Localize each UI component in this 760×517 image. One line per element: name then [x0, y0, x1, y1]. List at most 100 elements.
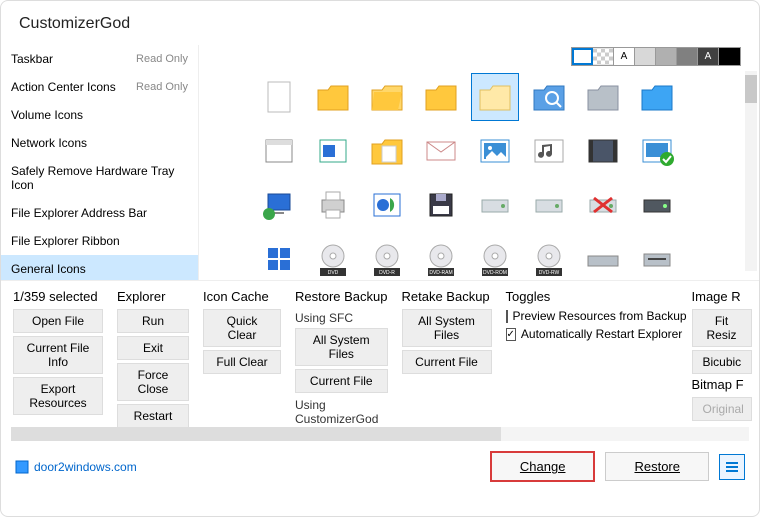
explorer-run-button[interactable]: Run [117, 309, 189, 333]
restore-button[interactable]: Restore [605, 452, 709, 481]
main-split: TaskbarRead Only Action Center Icons Read … [1, 45, 759, 281]
retake-current-file-button[interactable]: Current File [402, 350, 492, 374]
sidebar-item-label: Volume Icons [11, 108, 83, 122]
bg-swatch-5[interactable] [677, 48, 698, 65]
website-link[interactable]: door2windows.com [15, 460, 137, 474]
icon-video[interactable] [579, 127, 627, 175]
bg-swatch-4[interactable] [656, 48, 677, 65]
icon-picture[interactable] [471, 127, 519, 175]
icon-folder-blue[interactable] [633, 73, 681, 121]
icon-dvd-rw[interactable]: DVD-RW [525, 235, 573, 280]
sidebar-item-taskbar[interactable]: TaskbarRead Only [1, 45, 198, 73]
icon-dvd-ram[interactable]: DVD-RAM [417, 235, 465, 280]
icon-folder-closed[interactable] [417, 73, 465, 121]
hamburger-icon [725, 461, 739, 473]
sidebar-item-label: Safely Remove Hardware Tray Icon [11, 164, 188, 192]
icon-control-panel[interactable] [363, 181, 411, 229]
toggle-preview-resources[interactable]: Preview Resources from Backup [506, 309, 678, 323]
original-button[interactable]: Original [692, 397, 752, 421]
restore-all-system-files-button[interactable]: All System Files [295, 328, 388, 366]
actions-panel: 1/359 selected Open File Current File In… [1, 281, 759, 427]
bg-swatch-7[interactable] [719, 48, 740, 65]
icon-drive[interactable] [471, 181, 519, 229]
icon-folder-empty[interactable] [471, 73, 519, 121]
image-resize-heading: Image R [692, 289, 752, 304]
bitmap-heading: Bitmap F [692, 377, 752, 392]
restore-current-file-button[interactable]: Current File [295, 369, 388, 393]
icon-computer-network[interactable] [255, 181, 303, 229]
svg-text:DVD-R: DVD-R [379, 270, 395, 276]
icon-printer[interactable] [309, 181, 357, 229]
icon-drive-slot[interactable] [633, 235, 681, 280]
icon-folder-gray[interactable] [579, 73, 627, 121]
toggle-auto-restart-explorer[interactable]: ✓ Automatically Restart Explorer [506, 327, 678, 341]
icon-drive-wide[interactable] [579, 235, 627, 280]
quick-clear-button[interactable]: Quick Clear [203, 309, 281, 347]
read-only-badge: Read Only [136, 81, 188, 93]
checkbox-icon [506, 310, 508, 323]
bg-swatch-2[interactable]: A [614, 48, 635, 65]
sidebar-item-file-explorer-address-bar[interactable]: File Explorer Address Bar [1, 199, 198, 227]
scrollbar-thumb[interactable] [11, 427, 501, 441]
toggles-heading: Toggles [506, 289, 678, 304]
bicubic-button[interactable]: Bicubic [692, 350, 752, 374]
icon-grid: DVD DVD-R DVD-RAM DVD-ROM DVD-RW [199, 45, 759, 280]
website-link-text: door2windows.com [34, 460, 137, 474]
bg-swatch-0[interactable] [572, 48, 593, 65]
retake-all-system-files-button[interactable]: All System Files [402, 309, 492, 347]
horizontal-scrollbar[interactable] [11, 427, 749, 441]
icon-drive-red-x[interactable] [579, 181, 627, 229]
fit-resize-button[interactable]: Fit Resiz [692, 309, 752, 347]
sidebar-item-volume-icons[interactable]: Volume Icons [1, 101, 198, 129]
sidebar-item-label: Action Center Icons [11, 80, 116, 94]
background-swatch-bar: AA [571, 47, 741, 66]
icon-dvd-r[interactable]: DVD-R [363, 235, 411, 280]
icon-folder-yellow[interactable] [309, 73, 357, 121]
icon-search-folder[interactable] [525, 73, 573, 121]
icon-drive-dark[interactable] [633, 181, 681, 229]
explorer-restart-button[interactable]: Restart [117, 404, 189, 427]
icon-music-note[interactable] [525, 127, 573, 175]
icon-start-tiles[interactable] [255, 235, 303, 280]
sidebar-item-label: File Explorer Ribbon [11, 234, 120, 248]
sidebar-item-file-explorer-ribbon[interactable]: File Explorer Ribbon [1, 227, 198, 255]
icon-dvd[interactable]: DVD [309, 235, 357, 280]
sidebar-item-general-icons[interactable]: General Icons [1, 255, 198, 280]
full-clear-button[interactable]: Full Clear [203, 350, 281, 374]
icon-floppy[interactable] [417, 181, 465, 229]
icon-window-blue[interactable] [309, 127, 357, 175]
sidebar-item-action-center-icons[interactable]: Action Center Icons Read Only [1, 73, 198, 101]
icon-window-app[interactable] [255, 127, 303, 175]
export-resources-button[interactable]: Export Resources [13, 377, 103, 415]
icon-blank-page[interactable] [255, 73, 303, 121]
menu-icon-button[interactable] [719, 454, 745, 480]
window-title: CustomizerGod [1, 1, 759, 45]
svg-text:DVD-RW: DVD-RW [539, 270, 560, 276]
scrollbar-thumb[interactable] [745, 75, 757, 103]
explorer-force-close-button[interactable]: Force Close [117, 363, 189, 401]
sidebar-item-network-icons[interactable]: Network Icons [1, 129, 198, 157]
icon-drive[interactable] [525, 181, 573, 229]
svg-text:DVD-ROM: DVD-ROM [483, 270, 507, 276]
using-sfc-label: Using SFC [295, 311, 388, 325]
category-sidebar: TaskbarRead Only Action Center Icons Read … [1, 45, 199, 280]
explorer-exit-button[interactable]: Exit [117, 336, 189, 360]
sidebar-item-safely-remove-hardware-tray-icon[interactable]: Safely Remove Hardware Tray Icon [1, 157, 198, 199]
icon-mail[interactable] [417, 127, 465, 175]
svg-text:DVD-RAM: DVD-RAM [429, 270, 452, 276]
change-button[interactable]: Change [490, 451, 596, 482]
using-cg-label: Using CustomizerGod [295, 398, 388, 426]
bg-swatch-3[interactable] [635, 48, 656, 65]
bg-swatch-1[interactable] [593, 48, 614, 65]
open-file-button[interactable]: Open File [13, 309, 103, 333]
sidebar-item-label: File Explorer Address Bar [11, 206, 147, 220]
icon-checked-item[interactable] [633, 127, 681, 175]
icon-dvd-rom[interactable]: DVD-ROM [471, 235, 519, 280]
sidebar-item-label: General Icons [11, 262, 86, 276]
icon-folder-docs[interactable] [363, 127, 411, 175]
current-file-info-button[interactable]: Current File Info [13, 336, 103, 374]
bg-swatch-6[interactable]: A [698, 48, 719, 65]
icon-folder-open-yellow[interactable] [363, 73, 411, 121]
vertical-scrollbar[interactable] [745, 71, 757, 271]
icon-cache-heading: Icon Cache [203, 289, 281, 304]
